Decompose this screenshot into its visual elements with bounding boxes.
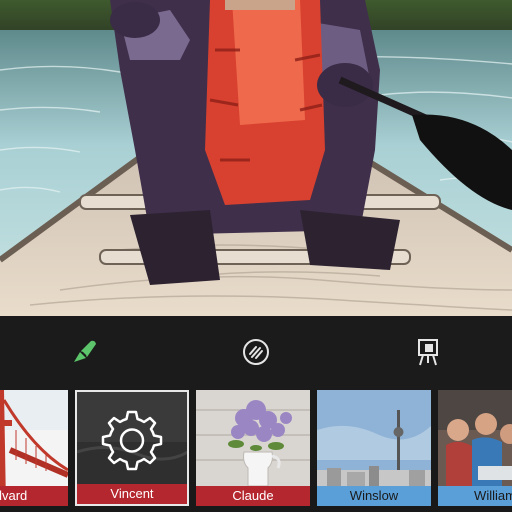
intensity-icon [243,339,269,365]
style-thumb-edvard[interactable]: dvard [0,390,68,506]
style-label: Vincent [77,484,187,504]
brush-tool-button[interactable] [62,330,106,374]
style-label: Claude [196,486,310,506]
painted-photo-canvas [0,0,512,316]
style-label: dvard [0,486,68,506]
style-filter-strip[interactable]: dvard Vincent [0,390,512,512]
style-settings-overlay[interactable] [77,392,187,488]
style-thumb-william[interactable]: William [438,390,512,506]
canvas-tool-button[interactable] [406,330,450,374]
style-thumb-claude[interactable]: Claude [196,390,310,506]
edited-photo[interactable] [0,0,512,316]
brush-icon [74,340,96,362]
editing-toolbar [0,316,512,390]
style-label: William [438,486,512,506]
style-label: Winslow [317,486,431,506]
easel-icon [418,339,438,366]
style-thumb-winslow[interactable]: Winslow [317,390,431,506]
gear-icon [101,410,163,471]
intensity-tool-button[interactable] [234,330,278,374]
style-thumb-vincent[interactable]: Vincent [75,390,189,506]
